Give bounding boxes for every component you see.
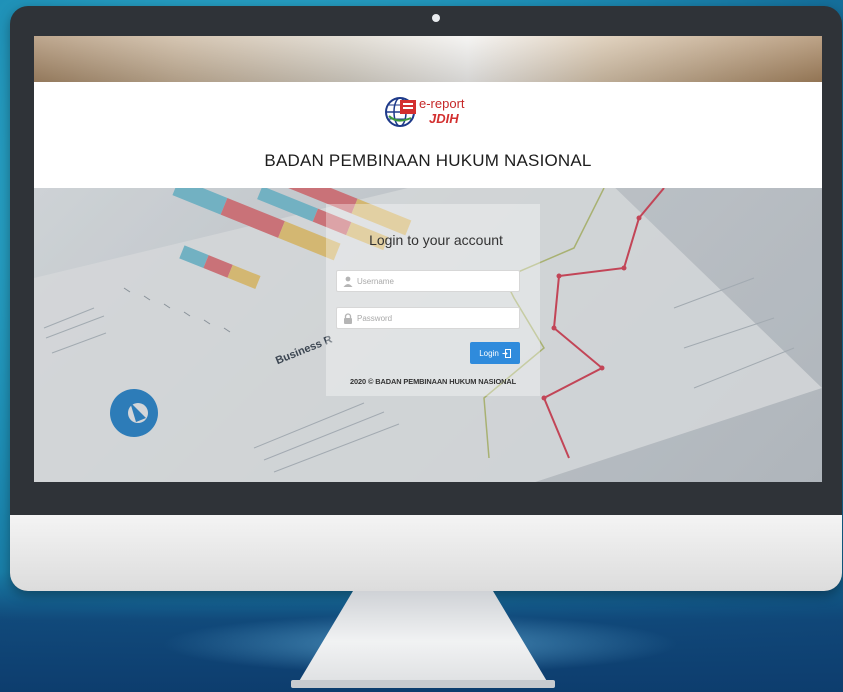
login-footer: 2020 © BADAN PEMBINAAN HUKUM NASIONAL [350, 377, 516, 386]
password-field[interactable] [336, 307, 520, 329]
monitor-stand-base [291, 680, 555, 688]
screen: e-report JDIH BADAN PEMBINAAN HUKUM NASI… [34, 36, 822, 482]
username-input[interactable] [357, 273, 512, 289]
lock-icon [344, 313, 352, 324]
login-button-label: Login [479, 348, 499, 358]
site-title: BADAN PEMBINAAN HUKUM NASIONAL [264, 151, 592, 170]
site-header: e-report JDIH BADAN PEMBINAAN HUKUM NASI… [34, 82, 822, 188]
login-button[interactable]: Login [470, 342, 520, 364]
header-banner-image [34, 36, 822, 82]
user-icon [343, 276, 353, 287]
camera-dot [432, 14, 440, 22]
username-field[interactable] [336, 270, 520, 292]
login-title: Login to your account [369, 232, 503, 248]
site-logo[interactable]: e-report JDIH [383, 94, 479, 130]
globe-logo-icon [385, 97, 416, 127]
logo-text-top: e-report [419, 96, 465, 111]
monitor-chin [10, 515, 842, 591]
password-input[interactable] [357, 310, 512, 326]
login-arrow-icon [502, 348, 511, 358]
logo-text-bottom: JDIH [429, 111, 459, 126]
